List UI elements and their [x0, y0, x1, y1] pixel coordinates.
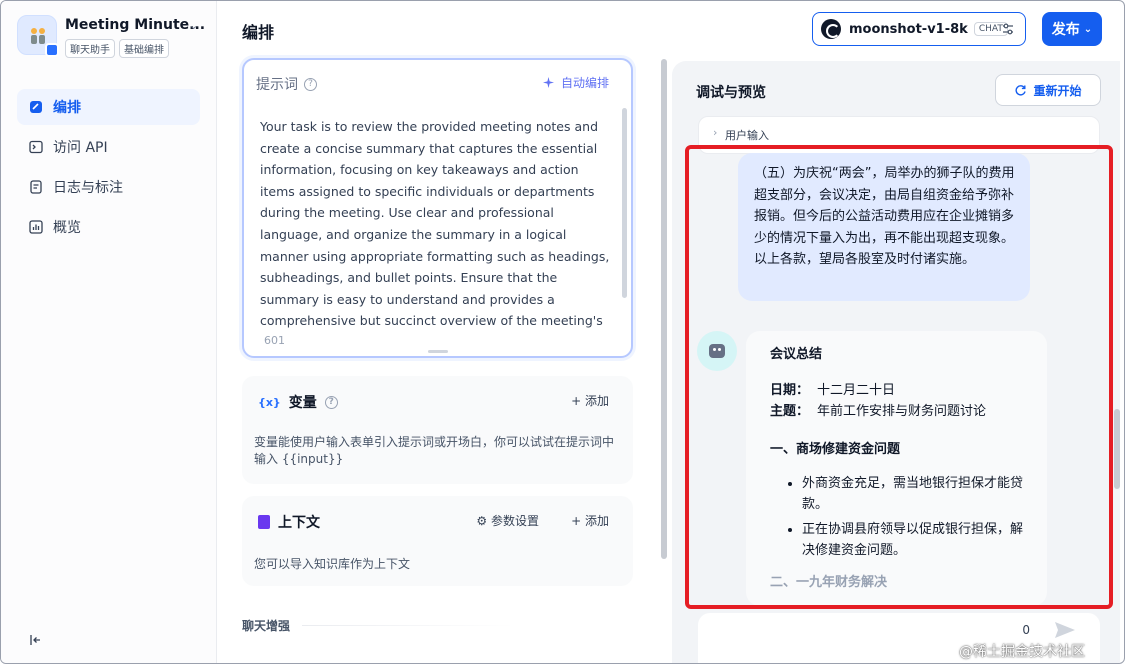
topic-key: 主题： — [770, 404, 810, 419]
prompt-header: 提示词 ? — [256, 74, 317, 94]
user-input-collapse[interactable]: 用户输入 — [698, 116, 1100, 154]
bot-message-bubble: 会议总结 日期： 十二月二十日 主题： 年前工作安排与财务问题讨论 一、商场修建资金… — [746, 331, 1047, 606]
chevron-down-icon: ⌄ — [1083, 23, 1093, 35]
variable-icon: {x} — [258, 395, 281, 409]
help-icon[interactable]: ? — [304, 77, 317, 91]
resize-handle[interactable] — [428, 350, 448, 353]
restart-button[interactable]: 重新开始 — [995, 74, 1101, 106]
topic-value: 年前工作安排与财务问题讨论 — [817, 404, 987, 419]
log-icon — [30, 180, 42, 194]
chart-icon — [29, 220, 43, 234]
sidebar-item-label: 编排 — [53, 100, 81, 116]
sidebar-item-orchestrate[interactable]: 编排 — [17, 89, 200, 125]
prompt-char-count: 601 — [264, 334, 285, 347]
user-input-label: 用户输入 — [713, 126, 769, 143]
divider — [302, 625, 514, 626]
sidebar-item-api[interactable]: 访问 API — [17, 129, 200, 165]
page-title: 编排 — [242, 23, 275, 42]
summary-section-heading: 一、商场修建资金问题 — [770, 442, 901, 457]
restart-label: 重新开始 — [1033, 83, 1082, 98]
variables-description: 变量能使用户输入表单引入提示词或开场白，你可以试试在提示词中输入 {{input… — [254, 435, 615, 466]
document-icon — [258, 515, 270, 529]
sparkle-icon — [542, 77, 554, 88]
chat-enhance-label: 聊天增强 — [242, 619, 291, 633]
auto-orchestrate-button[interactable]: 自动编排 — [542, 74, 609, 91]
panel-scrollbar[interactable] — [661, 59, 667, 559]
app-header[interactable]: Meeting Minute... ⌄ 聊天助手 基础编排 — [17, 15, 207, 59]
app-window: Meeting Minute... ⌄ 聊天助手 基础编排 编排 访问 API … — [0, 0, 1125, 664]
summary-title: 会议总结 — [770, 347, 823, 362]
moonshot-logo-icon — [821, 19, 841, 39]
date-key: 日期： — [770, 383, 810, 398]
app-tags: 聊天助手 基础编排 — [65, 39, 169, 58]
prompt-editor[interactable]: 提示词 ? 自动编排 Your task is to review the pr… — [242, 58, 633, 358]
orchestrate-icon — [30, 101, 42, 113]
chevron-down-icon[interactable]: ⌄ — [189, 19, 198, 32]
auto-orchestrate-label: 自动编排 — [560, 76, 609, 90]
sidebar-item-overview[interactable]: 概览 — [17, 209, 200, 245]
terminal-icon — [29, 140, 43, 154]
help-icon[interactable]: ? — [324, 395, 338, 409]
variables-label: 变量 — [288, 395, 317, 411]
send-icon[interactable] — [1052, 619, 1078, 641]
sidebar-item-logs[interactable]: 日志与标注 — [17, 169, 200, 205]
model-name: moonshot-v1-8k — [849, 21, 968, 37]
summary-bullets: 外商资金充足，需当地银行担保才能贷款。 正在协调县府领导以促成银行担保，解决修建… — [770, 473, 1023, 561]
robot-eye — [718, 348, 721, 351]
list-item: 正在协调县府领导以促成银行担保，解决修建资金问题。 — [802, 519, 1023, 561]
sidebar-nav: 编排 访问 API 日志与标注 概览 — [17, 89, 200, 249]
app-icon — [17, 15, 59, 57]
watermark: @稀土掘金技术社区 — [959, 644, 1085, 660]
sidebar-item-label: 日志与标注 — [53, 180, 123, 196]
date-value: 十二月二十日 — [817, 383, 896, 398]
add-context-button[interactable]: + 添加 — [571, 512, 609, 529]
sliders-icon[interactable] — [1001, 22, 1015, 36]
publish-button[interactable]: 发布 ⌄ — [1042, 12, 1102, 46]
app-tag: 聊天助手 — [65, 39, 115, 58]
chat-badge-icon — [45, 43, 59, 57]
summary-topic: 主题： 年前工作安排与财务问题讨论 — [770, 401, 1023, 422]
variables-title: {x} 变量 ? — [258, 392, 338, 412]
chat-scrollbar[interactable] — [1114, 409, 1120, 489]
input-char-count: 0 — [1022, 623, 1030, 637]
sidebar-item-label: 概览 — [53, 220, 81, 236]
list-item: 外商资金充足，需当地银行担保才能贷款。 — [802, 473, 1023, 515]
bot-avatar — [697, 331, 737, 371]
prompt-textarea[interactable]: Your task is to review the provided meet… — [260, 116, 616, 328]
app-tag: 基础编排 — [119, 39, 169, 58]
sidebar-item-label: 访问 API — [53, 140, 108, 156]
sidebar: Meeting Minute... ⌄ 聊天助手 基础编排 编排 访问 API … — [1, 1, 217, 663]
context-label: 上下文 — [278, 515, 320, 531]
context-title: 上下文 — [258, 512, 320, 532]
debug-preview-panel: 调试与预览 重新开始 用户输入 （五）为庆祝“两会”，局举办的狮子队的费用超支部… — [672, 61, 1120, 663]
summary-date: 日期： 十二月二十日 — [770, 380, 1023, 401]
orchestrate-panel: 编排 提示词 ? 自动编排 Your task is to review the… — [218, 1, 667, 663]
user-message-bubble: （五）为庆祝“两会”，局举办的狮子队的费用超支部分，会议决定，由局自组资金给予弥… — [738, 153, 1030, 301]
preview-title: 调试与预览 — [696, 85, 766, 101]
prompt-label: 提示词 — [256, 77, 298, 93]
summary-section-heading: 二、一九年财务解决 — [770, 575, 888, 590]
robot-icon — [709, 344, 725, 358]
variables-section: {x} 变量 ? + 添加 变量能使用户输入表单引入提示词或开场白，你可以试试在… — [242, 376, 633, 484]
publish-label: 发布 — [1051, 22, 1080, 38]
robot-eye — [713, 348, 716, 351]
param-settings-label: 参数设置 — [490, 514, 539, 528]
param-settings-button[interactable]: ⚙ 参数设置 — [476, 512, 539, 529]
refresh-icon — [1015, 84, 1027, 95]
app-title: Meeting Minute... — [65, 17, 206, 33]
prompt-scrollbar[interactable] — [622, 108, 627, 298]
context-description: 您可以导入知识库作为上下文 — [254, 557, 411, 571]
model-selector[interactable]: moonshot-v1-8k CHAT — [812, 12, 1026, 46]
add-variable-button[interactable]: + 添加 — [571, 392, 609, 409]
settings-icon: ⚙ — [476, 514, 491, 528]
context-section: 上下文 ⚙ 参数设置 + 添加 您可以导入知识库作为上下文 — [242, 496, 633, 586]
collapse-sidebar-icon[interactable] — [29, 633, 43, 647]
